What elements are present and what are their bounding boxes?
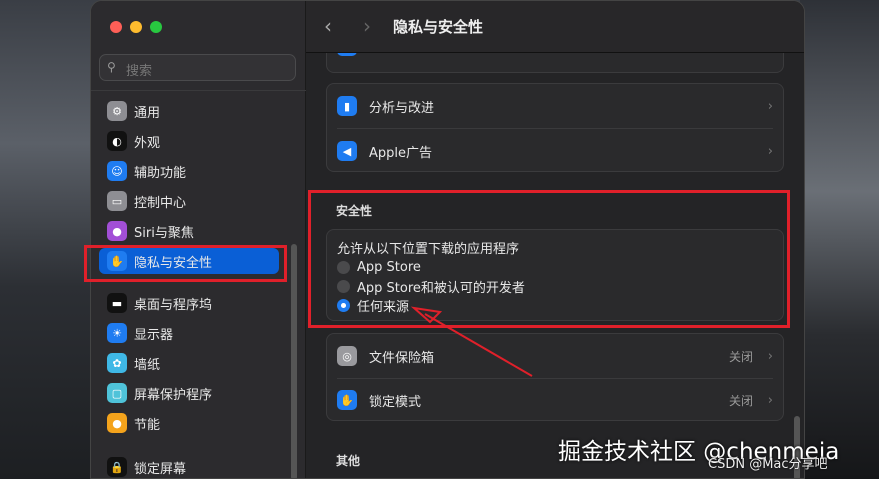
watermark-sub: CSDN @Mac分享吧 [708,457,828,472]
annotation-arrow [410,306,533,377]
